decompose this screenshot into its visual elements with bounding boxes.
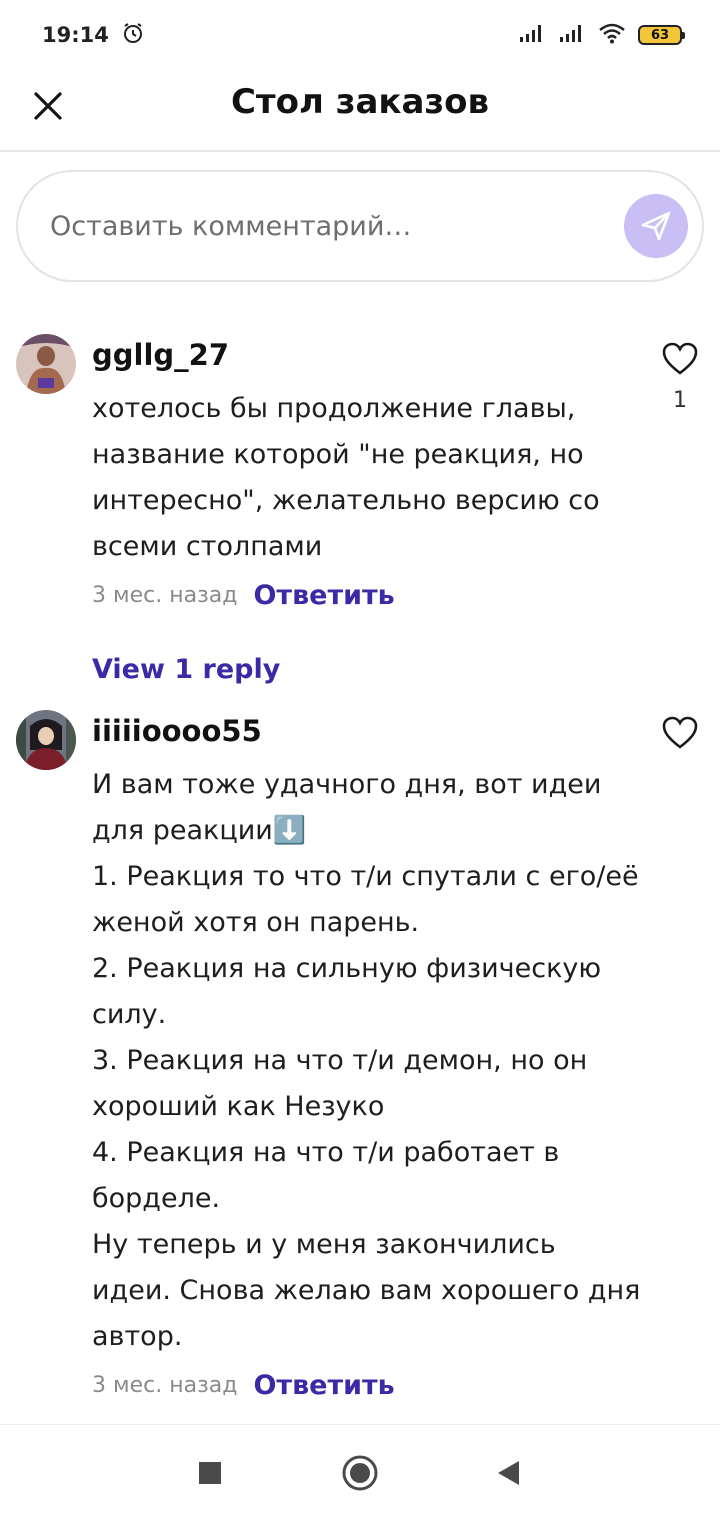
comment-text: хотелось бы продолжение главы, название … (92, 393, 600, 562)
header: Стол заказов (0, 70, 720, 152)
status-time: 19:14 (42, 23, 109, 47)
avatar[interactable] (16, 710, 76, 770)
comment-time: 3 мес. назад (92, 583, 238, 608)
back-button[interactable] (488, 1453, 528, 1493)
send-icon (641, 211, 671, 241)
reply-button[interactable]: Ответить (253, 580, 394, 611)
system-nav-bar (0, 1424, 720, 1521)
wifi-icon (598, 22, 626, 48)
comment-meta: 3 мес. назад Ответить (92, 580, 395, 611)
signal-icon (558, 23, 586, 47)
comment-text: И вам тоже удачного дня, вот идеи для ре… (92, 769, 641, 1352)
reply-button[interactable]: Ответить (253, 1370, 394, 1401)
send-button[interactable] (624, 194, 688, 258)
comment-input[interactable]: Оставить комментарий… (16, 170, 704, 282)
page-title: Стол заказов (230, 82, 490, 122)
avatar[interactable] (16, 334, 76, 394)
home-button[interactable] (340, 1453, 380, 1493)
battery-icon: 63 (638, 25, 685, 45)
status-bar: 19:14 63 (0, 0, 720, 70)
home-icon (342, 1455, 378, 1491)
comment-meta: 3 мес. назад Ответить (92, 1370, 395, 1401)
recent-apps-icon (199, 1462, 221, 1484)
comment-username[interactable]: ggllg_27 (92, 338, 229, 372)
heart-icon (662, 342, 698, 375)
like-button[interactable] (662, 716, 698, 750)
recent-apps-button[interactable] (190, 1453, 230, 1493)
alarm-icon (121, 21, 145, 49)
heart-icon (662, 716, 698, 749)
back-icon (498, 1461, 519, 1485)
like-count: 1 (673, 388, 687, 413)
comment-time: 3 мес. назад (92, 1373, 238, 1398)
battery-level: 63 (650, 27, 670, 43)
like-button[interactable] (662, 342, 698, 376)
comment-username[interactable]: iiiiioooo55 (92, 714, 262, 748)
comment-input-placeholder: Оставить комментарий… (50, 210, 412, 242)
view-replies-button[interactable]: View 1 reply (92, 654, 280, 685)
signal-icon (518, 23, 546, 47)
